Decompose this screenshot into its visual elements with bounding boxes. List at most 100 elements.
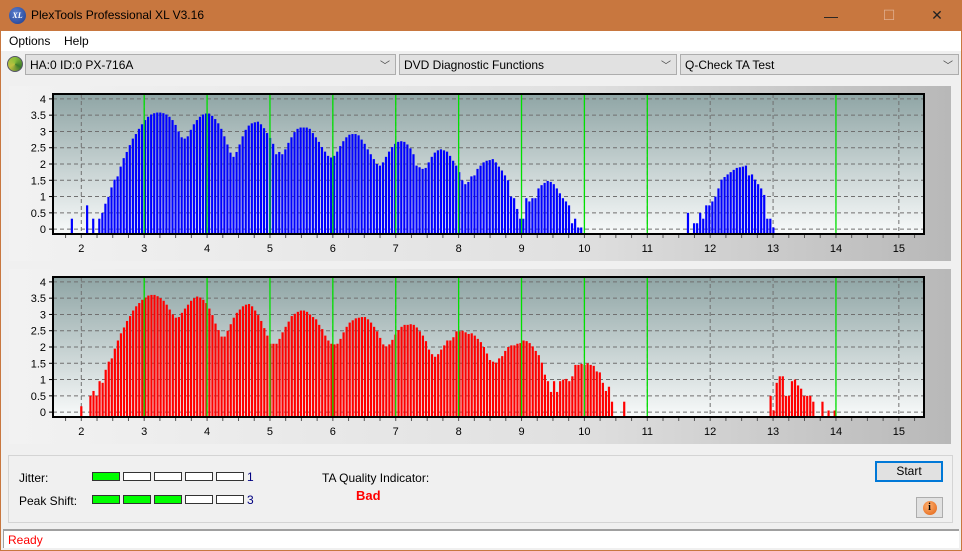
bar xyxy=(284,326,287,417)
jitter-value: 1 xyxy=(247,470,254,484)
status-bar: Ready xyxy=(3,529,959,548)
bar xyxy=(479,342,482,417)
bar xyxy=(565,378,568,417)
bar xyxy=(287,321,290,417)
bar xyxy=(232,156,235,234)
bar xyxy=(153,113,156,234)
close-button[interactable]: ✕ xyxy=(914,0,960,31)
menu-bar: Options Help xyxy=(1,31,961,51)
bar xyxy=(125,151,128,234)
bar xyxy=(321,329,324,417)
peak-shift-label: Peak Shift: xyxy=(19,494,78,508)
menu-help[interactable]: Help xyxy=(64,34,89,48)
bar xyxy=(723,177,726,234)
x-tick-label: 10 xyxy=(578,243,590,255)
bar xyxy=(415,327,418,417)
bar xyxy=(89,395,92,417)
bar xyxy=(549,391,553,417)
bar xyxy=(803,395,806,417)
bar xyxy=(513,198,516,234)
bar xyxy=(92,218,95,234)
bar xyxy=(168,116,171,234)
info-icon: i xyxy=(922,500,937,515)
bar xyxy=(137,128,141,234)
bar xyxy=(302,127,305,234)
bar xyxy=(598,372,601,417)
bar xyxy=(546,381,550,417)
bar xyxy=(110,187,113,234)
x-tick-label: 4 xyxy=(204,243,210,255)
bar xyxy=(320,147,324,234)
bar xyxy=(162,300,165,417)
drive-select[interactable]: HA:0 ID:0 PX-716A ﹀ xyxy=(25,54,396,75)
bar xyxy=(552,381,556,417)
bar xyxy=(503,175,507,234)
bar xyxy=(397,330,400,417)
peak-shift-meter xyxy=(92,495,244,504)
bar xyxy=(461,330,464,417)
quality-value: Bad xyxy=(356,488,381,503)
bar xyxy=(272,343,275,417)
bar xyxy=(491,361,495,417)
bar xyxy=(412,324,415,417)
bar xyxy=(595,371,598,417)
bar xyxy=(202,299,205,417)
bar xyxy=(360,139,363,234)
y-tick-label: 0 xyxy=(40,224,46,236)
test-select[interactable]: Q-Check TA Test ﹀ xyxy=(680,54,959,75)
bar xyxy=(244,129,247,234)
x-tick-label: 7 xyxy=(393,243,399,255)
bar xyxy=(418,331,421,417)
start-button[interactable]: Start xyxy=(875,461,943,482)
x-tick-label: 5 xyxy=(267,243,273,255)
bar xyxy=(406,144,409,234)
bar xyxy=(351,134,354,234)
bar xyxy=(189,129,192,234)
x-tick-label: 15 xyxy=(893,243,905,255)
quality-label: TA Quality Indicator: xyxy=(322,471,430,485)
bar xyxy=(391,339,394,417)
x-tick-label: 8 xyxy=(456,426,462,438)
bar xyxy=(449,340,452,417)
bar xyxy=(101,382,104,417)
bar xyxy=(562,379,565,417)
bar xyxy=(162,113,165,234)
bar xyxy=(769,218,772,234)
bar xyxy=(735,167,738,234)
function-select[interactable]: DVD Diagnostic Functions ﹀ xyxy=(399,54,677,75)
bar xyxy=(357,135,360,234)
bar xyxy=(558,193,561,234)
bar xyxy=(198,116,202,234)
maximize-button[interactable]: ☐ xyxy=(866,0,912,31)
info-button[interactable]: i xyxy=(916,497,943,518)
menu-options[interactable]: Options xyxy=(9,34,50,48)
bar xyxy=(592,365,595,417)
bar xyxy=(537,188,540,234)
bar xyxy=(196,296,199,417)
x-tick-label: 11 xyxy=(642,243,653,255)
function-select-value: DVD Diagnostic Functions xyxy=(404,58,545,72)
minimize-button[interactable]: — xyxy=(808,0,854,31)
bar xyxy=(406,324,409,417)
bar xyxy=(290,137,293,234)
x-tick-label: 3 xyxy=(141,243,147,255)
bar xyxy=(104,203,107,234)
bar xyxy=(135,306,138,417)
bar xyxy=(424,341,428,417)
bar xyxy=(153,294,156,417)
bar xyxy=(226,330,229,417)
bar xyxy=(705,205,708,234)
x-tick-label: 2 xyxy=(78,426,84,438)
bar xyxy=(570,223,574,234)
bar xyxy=(330,343,333,417)
bar xyxy=(351,320,354,417)
bar xyxy=(223,336,226,417)
bar xyxy=(516,343,519,417)
x-tick-label: 6 xyxy=(330,426,336,438)
x-tick-label: 6 xyxy=(330,243,336,255)
bar xyxy=(323,151,327,234)
bar xyxy=(171,120,174,234)
bar xyxy=(409,148,412,234)
bar xyxy=(250,123,253,234)
bar xyxy=(180,312,184,417)
